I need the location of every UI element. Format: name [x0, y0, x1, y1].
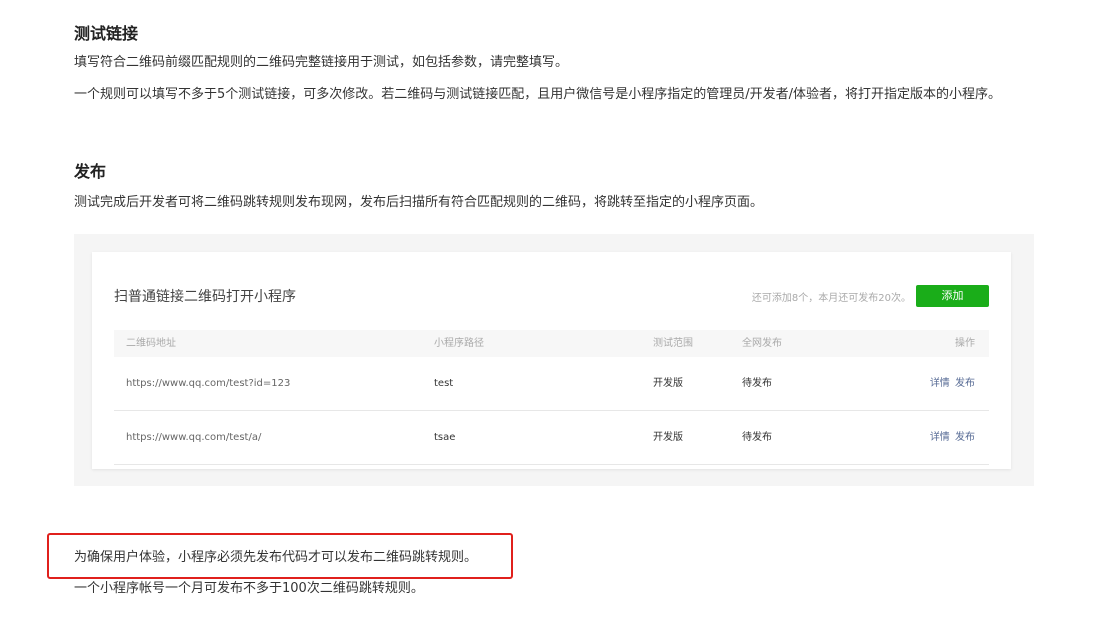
section-title-test-link: 测试链接: [74, 24, 139, 43]
card-title: 扫普通链接二维码打开小程序: [114, 289, 296, 305]
mini-program-path: test: [434, 378, 454, 389]
publish-description: 测试完成后开发者可将二维码跳转规则发布现网，发布后扫描所有符合匹配规则的二维码，…: [74, 195, 764, 210]
table-header: 二维码地址 小程序路径 测试范围 全网发布 操作: [114, 330, 989, 357]
test-scope: 开发版: [653, 378, 683, 389]
column-header-actions: 操作: [955, 338, 975, 349]
column-header-test-scope: 测试范围: [653, 338, 693, 349]
test-scope: 开发版: [653, 432, 683, 443]
table-row: https://www.qq.com/test?id=123 test 开发版 …: [114, 357, 989, 411]
publish-limit-note: 一个小程序帐号一个月可发布不多于100次二维码跳转规则。: [74, 581, 424, 596]
publish-link[interactable]: 发布: [955, 432, 975, 443]
row-actions: 详情 发布: [928, 357, 975, 411]
test-link-rules: 一个规则可以填写不多于5个测试链接，可多次修改。若二维码与测试链接匹配，且用户微…: [74, 87, 1002, 102]
publish-status: 待发布: [742, 432, 772, 443]
add-button[interactable]: 添加: [916, 285, 989, 307]
column-header-publish-status: 全网发布: [742, 338, 782, 349]
publish-status: 待发布: [742, 378, 772, 389]
column-header-mini-program-path: 小程序路径: [434, 338, 484, 349]
mini-program-path: tsae: [434, 432, 456, 443]
section-title-publish: 发布: [74, 162, 107, 181]
detail-link[interactable]: 详情: [930, 432, 950, 443]
qrcode-url: https://www.qq.com/test?id=123: [126, 378, 291, 389]
qrcode-url: https://www.qq.com/test/a/: [126, 432, 262, 443]
test-link-description: 填写符合二维码前缀匹配规则的二维码完整链接用于测试，如包括参数，请完整填写。: [74, 55, 569, 70]
quota-hint: 还可添加8个，本月还可发布20次。: [751, 293, 911, 304]
detail-link[interactable]: 详情: [930, 378, 950, 389]
table-row: https://www.qq.com/test/a/ tsae 开发版 待发布 …: [114, 411, 989, 465]
row-actions: 详情 发布: [928, 411, 975, 465]
column-header-qrcode-url: 二维码地址: [126, 338, 176, 349]
highlighted-note: 为确保用户体验，小程序必须先发布代码才可以发布二维码跳转规则。: [74, 550, 478, 565]
qrcode-rule-card: 扫普通链接二维码打开小程序 还可添加8个，本月还可发布20次。 添加 二维码地址…: [92, 252, 1011, 469]
publish-link[interactable]: 发布: [955, 378, 975, 389]
example-panel: 扫普通链接二维码打开小程序 还可添加8个，本月还可发布20次。 添加 二维码地址…: [74, 234, 1034, 486]
